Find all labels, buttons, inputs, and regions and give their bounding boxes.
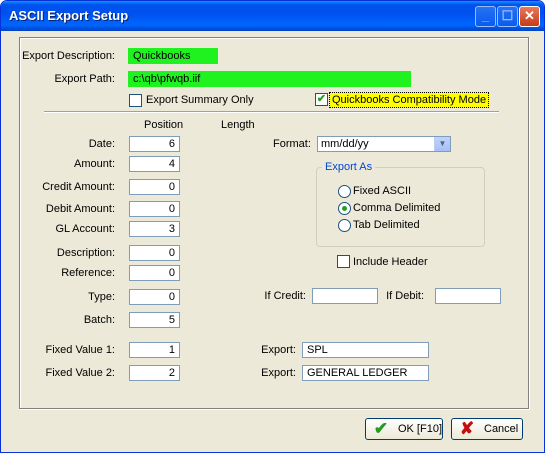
if-debit-label: If Debit: (386, 290, 424, 302)
export-path-field[interactable]: c:\qb\pfwqb.iif (128, 71, 411, 87)
maximize-button[interactable]: ☐ (497, 6, 518, 27)
fixed-value-1-field[interactable]: 1 (129, 342, 180, 358)
field-label: Reference: (61, 267, 115, 279)
position-field[interactable]: 0 (129, 289, 180, 305)
minimize-button[interactable]: _ (475, 6, 496, 27)
position-field[interactable]: 6 (129, 136, 180, 152)
position-field[interactable]: 0 (129, 201, 180, 217)
field-label: Credit Amount: (42, 181, 115, 193)
fixed-value-1-export-field[interactable]: SPL (302, 342, 429, 358)
cancel-button-label: Cancel (484, 423, 519, 435)
export-path-label: Export Path: (54, 73, 115, 85)
checkmark-icon: ✔ (373, 419, 389, 438)
field-label: Batch: (83, 314, 115, 326)
export-summary-only-label: Export Summary Only (146, 94, 254, 106)
radio-tab-delimited-label: Tab Delimited (353, 219, 420, 231)
length-header: Length (221, 119, 255, 131)
format-label: Format: (273, 138, 311, 150)
ok-button[interactable]: ✔ OK [F10] (365, 418, 443, 440)
position-field[interactable]: 0 (129, 265, 180, 281)
field-label: Amount: (74, 158, 115, 170)
export-description-field[interactable]: Quickbooks (128, 48, 218, 64)
fixed-value-2-label: Fixed Value 2: (45, 367, 115, 379)
format-select[interactable]: mm/dd/yy ▼ (317, 136, 451, 152)
if-debit-field[interactable] (435, 288, 501, 304)
field-label: GL Account: (55, 223, 115, 235)
radio-comma-delimited-label: Comma Delimited (353, 202, 441, 214)
window-title: ASCII Export Setup (9, 8, 129, 23)
radio-fixed-ascii[interactable] (338, 185, 351, 198)
ascii-export-setup-window: ASCII Export Setup _ ☐ ✕ Export Descript… (0, 0, 545, 453)
qb-compat-checkbox[interactable]: ✔ (315, 93, 328, 106)
separator (44, 111, 499, 113)
qb-compat-label: Quickbooks Compatibility Mode (329, 92, 490, 108)
position-field[interactable]: 3 (129, 221, 180, 237)
x-icon: ✘ (459, 419, 475, 438)
field-label: Debit Amount: (45, 203, 115, 215)
position-field[interactable]: 0 (129, 179, 180, 195)
position-field[interactable]: 5 (129, 312, 180, 328)
position-field[interactable]: 4 (129, 156, 180, 172)
position-header: Position (144, 119, 184, 131)
radio-tab-delimited[interactable] (338, 219, 351, 232)
fixed-value-2-export-label: Export: (261, 367, 296, 379)
export-summary-only-checkbox[interactable] (129, 94, 142, 107)
format-value: mm/dd/yy (321, 138, 369, 150)
cancel-button[interactable]: ✘ Cancel (451, 418, 523, 440)
fixed-value-1-label: Fixed Value 1: (45, 344, 115, 356)
radio-fixed-ascii-label: Fixed ASCII (353, 185, 412, 197)
field-label: Description: (56, 247, 115, 259)
title-bar[interactable]: ASCII Export Setup _ ☐ ✕ (1, 1, 544, 31)
export-description-label: Export Description: (22, 50, 115, 62)
position-field[interactable]: 0 (129, 245, 180, 261)
fixed-value-1-export-label: Export: (261, 344, 296, 356)
ok-button-label: OK [F10] (397, 423, 443, 435)
fixed-value-2-field[interactable]: 2 (129, 365, 180, 381)
if-credit-field[interactable] (312, 288, 378, 304)
include-header-label: Include Header (353, 256, 428, 268)
include-header-checkbox[interactable] (337, 255, 350, 268)
fixed-value-2-export-field[interactable]: GENERAL LEDGER (302, 365, 429, 381)
field-label: Date: (88, 138, 115, 150)
chevron-down-icon[interactable]: ▼ (434, 137, 450, 151)
field-label: Type: (88, 291, 115, 303)
if-credit-label: If Credit: (264, 290, 306, 302)
close-button[interactable]: ✕ (519, 6, 540, 27)
radio-comma-delimited[interactable] (338, 202, 351, 215)
export-as-label: Export As (322, 161, 376, 173)
